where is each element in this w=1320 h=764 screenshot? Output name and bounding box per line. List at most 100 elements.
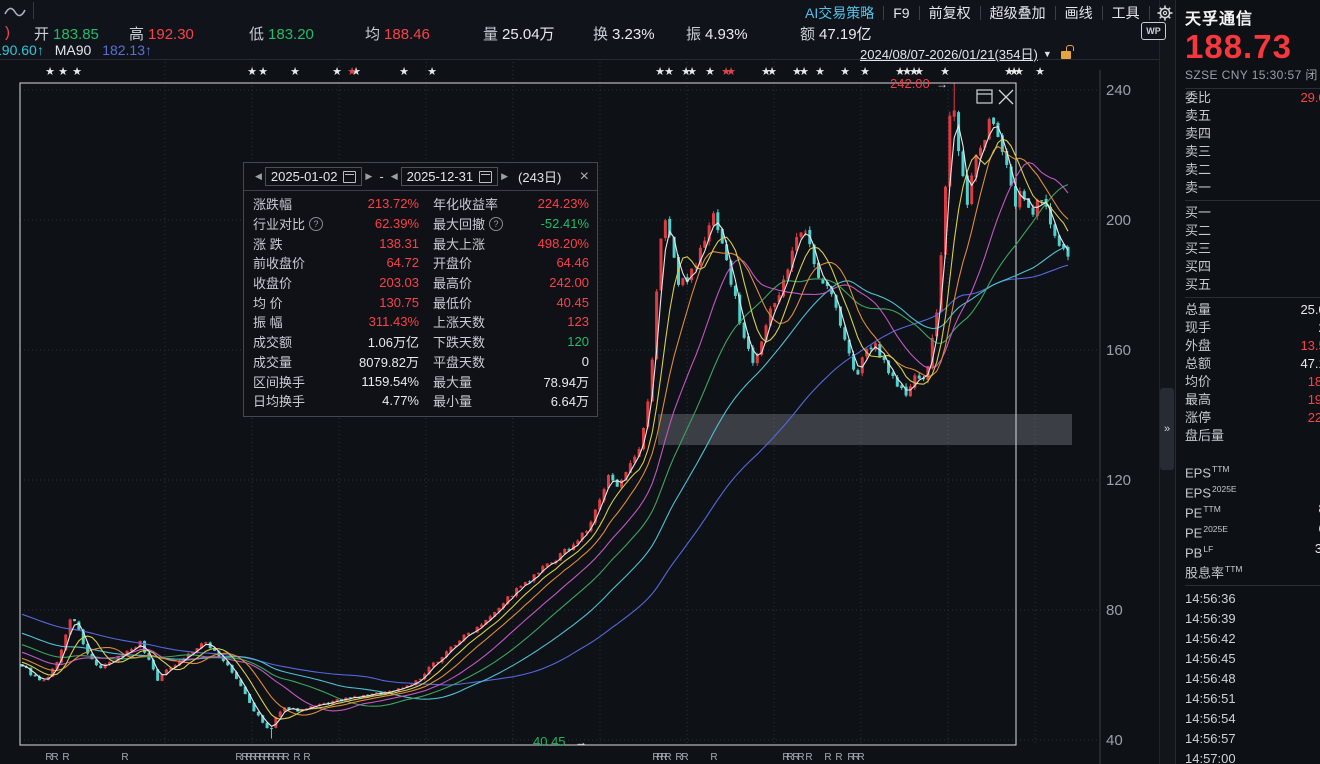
panel-row-value: 188. (1308, 373, 1320, 391)
restore-window-icon[interactable] (977, 90, 992, 103)
valuation-label: EPSTTM (1185, 459, 1229, 479)
ex-dividend-marker[interactable]: R (121, 752, 128, 763)
ex-dividend-marker[interactable]: R (805, 752, 812, 763)
wp-badge-icon[interactable]: WP (1141, 22, 1166, 40)
next-arrow-icon[interactable]: ▶ (498, 171, 511, 182)
quote-field-value: 183.20 (268, 26, 314, 43)
valuation-row: PE2025E67 (1185, 519, 1320, 539)
tick-time-row: 14:57:00 (1185, 749, 1320, 764)
panel-collapse-handle[interactable]: » (1160, 388, 1174, 470)
stat-row: 外盘13.53 (1185, 337, 1320, 355)
event-star-icon[interactable]: ★ (332, 66, 342, 78)
event-star-icon[interactable]: ★ (258, 66, 268, 78)
popup-stat-value: 120 (533, 334, 589, 349)
toolbar-item-3[interactable]: 前复权 (920, 3, 980, 23)
event-star-icon[interactable]: ★ (1014, 66, 1024, 78)
prev-arrow-icon[interactable]: ◀ (388, 171, 401, 182)
chevron-down-icon[interactable]: ▼ (1043, 49, 1052, 59)
event-star-icon[interactable]: ★ (58, 66, 68, 78)
event-star-icon[interactable]: ★ (767, 66, 777, 78)
close-icon[interactable]: × (580, 169, 589, 185)
ex-dividend-marker[interactable]: R (824, 752, 831, 763)
panel-row-label: 盘后量 (1185, 427, 1224, 445)
popup-stat-row: 日均换手4.77%最小量6.64万 (244, 391, 597, 411)
valuation-row: PETTM80 (1185, 499, 1320, 519)
event-star-icon[interactable]: ★ (799, 66, 809, 78)
popup-stat-label: 前收盘价 (253, 253, 337, 272)
toolbar-item-2[interactable]: F9 (884, 5, 918, 21)
quote-field: 量25.04万 (483, 23, 555, 44)
candle-body (34, 675, 37, 676)
tick-list: 14:56:3614:56:3914:56:4214:56:4514:56:48… (1185, 585, 1320, 764)
event-star-icon[interactable]: ★ (399, 66, 409, 78)
popup-stat-value: 130.75 (337, 295, 419, 310)
ma90-label: MA90 (55, 42, 92, 58)
ex-dividend-marker[interactable]: R (857, 752, 864, 763)
candle-body (953, 110, 956, 116)
info-icon[interactable]: ? (309, 217, 323, 231)
event-star-icon[interactable]: ★ (1035, 66, 1045, 78)
event-star-icon[interactable]: ★ (860, 66, 870, 78)
event-star-icon[interactable]: ★ (290, 66, 300, 78)
next-arrow-icon[interactable]: ▶ (362, 171, 375, 182)
ex-dividend-marker[interactable]: R (681, 752, 688, 763)
toolbar-item-6[interactable]: 工具 (1103, 3, 1149, 23)
popup-stat-label: 最小量 (433, 391, 533, 410)
toolbar-item-4[interactable]: 超级叠加 (981, 3, 1055, 23)
ex-dividend-marker[interactable]: R (664, 752, 671, 763)
event-star-icon[interactable]: ★ (815, 66, 825, 78)
candle-body (992, 118, 995, 124)
bid-level-row: 买三 (1185, 240, 1320, 258)
ex-dividend-marker[interactable]: R (710, 752, 717, 763)
tick-time-row: 14:56:54 (1185, 709, 1320, 729)
event-star-icon[interactable]: ★ (45, 66, 55, 78)
toolbar-item-5[interactable]: 画线 (1056, 3, 1102, 23)
calendar-icon[interactable] (343, 171, 356, 183)
quote-field-label: 低 (249, 26, 264, 43)
quote-field: 低183.20 (249, 23, 314, 44)
ex-dividend-marker[interactable]: R (835, 752, 842, 763)
end-date-picker[interactable]: 2025-12-31 (401, 167, 499, 186)
event-star-icon[interactable]: ★ (840, 66, 850, 78)
panel-row-label: 买一 (1185, 204, 1211, 222)
event-star-icon[interactable]: ★ (726, 66, 736, 78)
quote-field: 换3.23% (593, 23, 655, 44)
quote-field-label: 额 (800, 26, 815, 43)
unlock-icon[interactable] (1061, 51, 1071, 59)
event-star-icon[interactable]: ★ (247, 66, 257, 78)
top-bar: ) AI交易策略F9前复权超级叠加画线工具 ? (0, 0, 1159, 60)
popup-stat-label: 日均换手 (253, 391, 337, 410)
ex-dividend-marker[interactable]: R (303, 752, 310, 763)
date-range-link[interactable]: 2024/08/07-2026/01/21(354日) (860, 44, 1038, 63)
ex-dividend-marker[interactable]: R (282, 752, 289, 763)
ex-dividend-marker[interactable]: R (51, 752, 58, 763)
event-star-icon[interactable]: ★ (705, 66, 715, 78)
popup-stat-row: 成交额1.06万亿下跌天数120 (244, 332, 597, 352)
quote-field-value: 192.30 (148, 26, 194, 43)
ex-dividend-marker[interactable]: R (797, 752, 804, 763)
candle-body (1040, 200, 1043, 201)
stat-row: 均价188. (1185, 373, 1320, 391)
info-icon[interactable]: ? (489, 217, 503, 231)
event-star-icon[interactable]: ★ (687, 66, 697, 78)
event-star-icon[interactable]: ★ (664, 66, 674, 78)
prev-arrow-icon[interactable]: ◀ (252, 171, 265, 182)
event-star-icon[interactable]: ★ (347, 66, 357, 78)
event-star-icon[interactable]: ★ (72, 66, 82, 78)
popup-stat-value: 213.72% (337, 196, 419, 211)
valuation-sup: 2025E (1203, 524, 1228, 534)
ex-dividend-marker[interactable]: R (62, 752, 69, 763)
calendar-icon[interactable] (479, 171, 492, 183)
valuation-value: 30. (1315, 539, 1320, 559)
candle-body (336, 699, 339, 701)
quote-field-value: 188.46 (384, 26, 430, 43)
toolbar-item-1[interactable]: AI交易策略 (796, 3, 883, 23)
candle-body (537, 573, 540, 574)
range-day-count: (243日) (518, 167, 561, 186)
stat-row: 最高192. (1185, 391, 1320, 409)
candle-body (204, 642, 207, 643)
event-star-icon[interactable]: ★ (427, 66, 437, 78)
ex-dividend-marker[interactable]: R (293, 752, 300, 763)
start-date-picker[interactable]: 2025-01-02 (265, 167, 363, 186)
candle-body (870, 348, 873, 350)
